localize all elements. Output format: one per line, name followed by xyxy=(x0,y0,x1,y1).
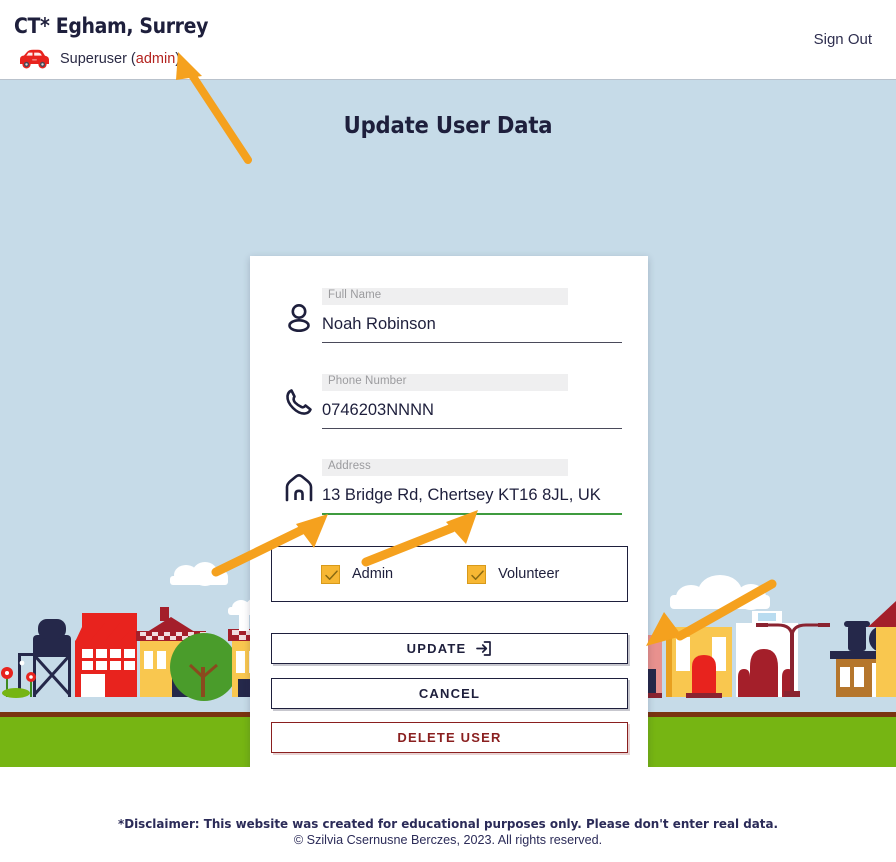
field-label-address: Address xyxy=(322,459,568,476)
page-title: Update User Data xyxy=(343,113,553,139)
home-icon xyxy=(282,471,316,505)
delete-user-button[interactable]: DELETE USER xyxy=(271,722,628,753)
checkbox-row-admin[interactable]: Admin xyxy=(321,564,394,584)
person-icon xyxy=(282,300,316,334)
checkbox-admin[interactable] xyxy=(321,564,340,584)
checkbox-label-admin: Admin xyxy=(352,566,394,582)
red-car-icon xyxy=(16,48,52,70)
superuser-suffix: ) xyxy=(175,51,181,67)
orange-house xyxy=(666,627,732,698)
phone-icon xyxy=(282,386,316,420)
field-full-name: Full Name Noah Robinson xyxy=(282,288,622,344)
field-address: Address 13 Bridge Rd, Chertsey KT16 8JL,… xyxy=(282,459,622,515)
underline-phone-number xyxy=(322,428,622,430)
footer-disclaimer: *Disclaimer: This website was created fo… xyxy=(118,816,779,831)
input-full-name[interactable]: Noah Robinson xyxy=(322,309,622,339)
superuser-role: admin xyxy=(135,51,176,67)
field-phone-number: Phone Number 0746203NNNN xyxy=(282,374,622,430)
label-text: Phone Number xyxy=(328,375,407,387)
checkbox-row-volunteer[interactable]: Volunteer xyxy=(467,564,560,584)
current-user-row: Superuser (admin) xyxy=(16,48,180,70)
site-header: CT* Egham, Surrey Superuser (admin) Sign… xyxy=(0,0,896,80)
update-button-label: UPDATE xyxy=(406,641,467,656)
delete-user-button-label: DELETE USER xyxy=(397,730,502,745)
underline-full-name xyxy=(322,342,622,344)
field-label-phone-number: Phone Number xyxy=(322,374,568,391)
input-address[interactable]: 13 Bridge Rd, Chertsey KT16 8JL, UK xyxy=(322,480,622,510)
superuser-label: Superuser (admin) xyxy=(60,51,180,67)
brand-title: CT* Egham, Surrey xyxy=(14,14,209,38)
roles-group: Admin Volunteer xyxy=(271,546,628,602)
field-label-full-name: Full Name xyxy=(322,288,568,305)
input-phone-number[interactable]: 0746203NNNN xyxy=(322,395,622,425)
checkbox-volunteer[interactable] xyxy=(467,564,487,584)
site-footer: *Disclaimer: This website was created fo… xyxy=(0,767,896,862)
cancel-button[interactable]: CANCEL xyxy=(271,678,628,709)
sign-out-link[interactable]: Sign Out xyxy=(814,31,872,48)
red-factory xyxy=(75,613,137,697)
label-text: Address xyxy=(328,460,371,472)
update-button[interactable]: UPDATE xyxy=(271,633,628,664)
label-text: Full Name xyxy=(328,289,382,301)
update-user-card: Full Name Noah Robinson Phone Number 074… xyxy=(250,256,648,767)
cancel-button-label: CANCEL xyxy=(418,686,481,701)
scene-background: Update User Data Full Name Noah Robinson… xyxy=(0,80,896,767)
footer-copyright: © Szilvia Csernusne Berczes, 2023. All r… xyxy=(293,833,603,847)
login-arrow-icon xyxy=(475,640,492,657)
page-root: CT* Egham, Surrey Superuser (admin) Sign… xyxy=(0,0,896,862)
checkbox-label-volunteer: Volunteer xyxy=(498,566,560,582)
underline-address xyxy=(322,513,622,515)
superuser-prefix: Superuser ( xyxy=(60,51,136,67)
tree xyxy=(170,633,238,701)
water-tower xyxy=(32,619,72,697)
